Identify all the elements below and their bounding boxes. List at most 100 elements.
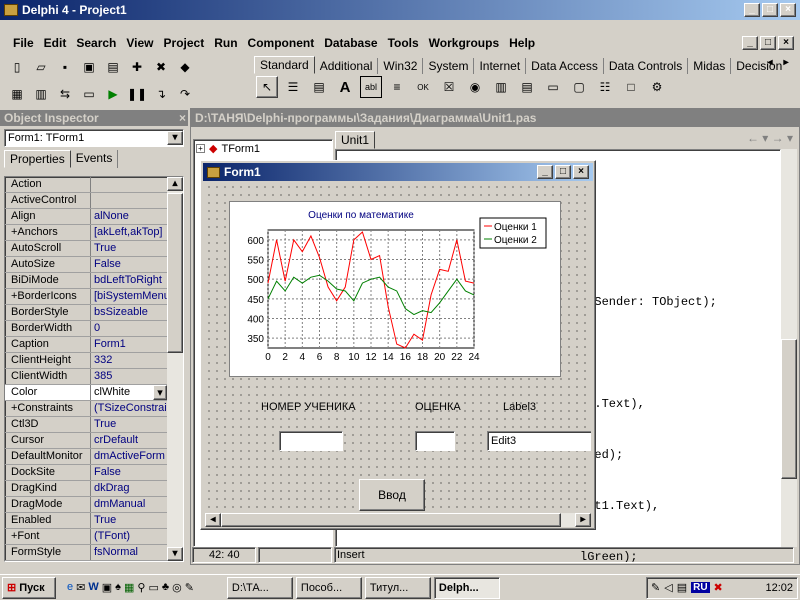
property-value[interactable]: (TSizeConstrain <box>91 401 167 416</box>
actionlist-component-icon[interactable]: ⚙ <box>646 76 668 98</box>
property-row[interactable]: DockSite False <box>5 465 167 481</box>
trace-into-icon[interactable]: ↴ <box>150 83 172 105</box>
tab-win32[interactable]: Win32 <box>378 58 424 74</box>
property-row[interactable]: BorderStyle bsSizeable <box>5 305 167 321</box>
maximize-button[interactable]: □ <box>762 3 778 17</box>
property-value[interactable]: crDefault <box>91 433 167 448</box>
hscroll-thumb[interactable] <box>221 513 561 527</box>
step-over-icon[interactable]: ↷ <box>174 83 196 105</box>
menu-edit[interactable]: Edit <box>39 36 72 50</box>
task-word-2[interactable]: Титул... <box>364 576 431 599</box>
checkbox-component-icon[interactable]: ☒ <box>438 76 460 98</box>
hscroll-left-icon[interactable]: ◂ <box>205 513 221 527</box>
menu-project[interactable]: Project <box>159 36 210 50</box>
chart-component[interactable]: Оценки по математике0 2 4 6 8 10 12 14 16 18 20 22 2… <box>229 201 561 377</box>
property-value[interactable]: 332 <box>91 353 167 368</box>
inspector-scrollbar[interactable]: ▴ ▾ <box>167 177 183 561</box>
property-value[interactable]: [akLeft,akTop] <box>91 225 167 240</box>
tab-properties[interactable]: Properties <box>4 150 71 168</box>
enter-button[interactable]: Ввод <box>359 479 425 511</box>
property-value[interactable]: 385 <box>91 369 167 384</box>
form-maximize-button[interactable]: □ <box>555 165 571 179</box>
button-component-icon[interactable]: OK <box>412 76 434 98</box>
property-row[interactable]: Color clWhite ▾ <box>5 385 167 401</box>
menu-tools[interactable]: Tools <box>383 36 424 50</box>
tab-events[interactable]: Events <box>71 150 119 168</box>
property-row[interactable]: DragKind dkDrag <box>5 481 167 497</box>
save-icon[interactable]: ▪ <box>54 56 76 78</box>
scroll-up-icon[interactable]: ▴ <box>167 177 183 191</box>
property-value[interactable]: fsNormal <box>91 545 167 560</box>
property-value[interactable]: 0 <box>91 321 167 336</box>
tab-internet[interactable]: Internet <box>474 58 527 74</box>
word-icon[interactable]: W <box>88 581 98 594</box>
help-book-icon[interactable]: ◆ <box>174 56 196 78</box>
menu-view[interactable]: View <box>121 36 158 50</box>
property-row[interactable]: +Constraints (TSizeConstrain <box>5 401 167 417</box>
minimize-button[interactable]: _ <box>744 3 760 17</box>
property-value[interactable]: Form1 <box>91 337 167 352</box>
property-value[interactable]: clWhite ▾ <box>91 385 167 400</box>
property-value[interactable]: False <box>91 465 167 480</box>
property-value[interactable]: dmActiveForm <box>91 449 167 464</box>
menu-workgroups[interactable]: Workgroups <box>424 36 504 50</box>
property-value[interactable]: alNone <box>91 209 167 224</box>
property-value[interactable]: bdLeftToRight <box>91 273 167 288</box>
property-row[interactable]: Caption Form1 <box>5 337 167 353</box>
property-row[interactable]: BiDiMode bdLeftToRight <box>5 273 167 289</box>
tab-data-controls[interactable]: Data Controls <box>604 58 689 74</box>
nav-arrows-icon[interactable]: ← ▾ → ▾ <box>747 131 793 145</box>
tree-expand-icon[interactable]: + <box>196 144 205 153</box>
edit1-field[interactable] <box>279 431 343 451</box>
property-row[interactable]: DefaultMonitor dmActiveForm <box>5 449 167 465</box>
search-icon[interactable]: ⚲ <box>137 581 145 594</box>
property-row[interactable]: +Anchors [akLeft,akTop] <box>5 225 167 241</box>
tab-midas[interactable]: Midas <box>688 58 732 74</box>
close-button[interactable]: × <box>780 3 796 17</box>
remove-file-icon[interactable]: ✖ <box>150 56 172 78</box>
property-row[interactable]: ClientWidth 385 <box>5 369 167 385</box>
menu-file[interactable]: File <box>8 36 39 50</box>
listbox-component-icon[interactable]: ▥ <box>490 76 512 98</box>
form-canvas[interactable]: Оценки по математике 0 2 4 6 8 10 12 14 16 18 20 22 2… <box>205 183 591 517</box>
property-row[interactable]: ClientHeight 332 <box>5 353 167 369</box>
chevron-down-icon[interactable]: ▾ <box>167 131 183 145</box>
property-row[interactable]: Action <box>5 177 167 193</box>
property-row[interactable]: Cursor crDefault <box>5 433 167 449</box>
task-explorer[interactable]: D:\ТА... <box>226 576 293 599</box>
property-value[interactable]: False <box>91 257 167 272</box>
popupmenu-component-icon[interactable]: ▤ <box>308 76 330 98</box>
property-value[interactable]: True <box>91 241 167 256</box>
tray-icon[interactable]: ✎ <box>651 581 660 594</box>
new-form-icon[interactable]: ▭ <box>78 83 100 105</box>
property-row[interactable]: +BorderIcons [biSystemMenu, <box>5 289 167 305</box>
ie-icon[interactable]: e <box>67 581 73 594</box>
menu-database[interactable]: Database <box>319 36 382 50</box>
property-value[interactable] <box>91 193 167 208</box>
mainmenu-component-icon[interactable]: ☰ <box>282 76 304 98</box>
chevron-down-icon[interactable]: ▾ <box>153 385 167 400</box>
run-icon[interactable]: ▶ <box>102 83 124 105</box>
editor-scroll-thumb[interactable] <box>781 339 797 479</box>
tab-additional[interactable]: Additional <box>315 58 379 74</box>
property-row[interactable]: BorderWidth 0 <box>5 321 167 337</box>
desktop-icon[interactable]: ▣ <box>102 581 112 594</box>
radiogroup-component-icon[interactable]: ☷ <box>594 76 616 98</box>
object-selector[interactable]: Form1: TForm1 ▾ <box>4 129 184 147</box>
property-row[interactable]: DragMode dmManual <box>5 497 167 513</box>
start-button[interactable]: ⊞ Пуск <box>2 576 56 599</box>
groupbox-component-icon[interactable]: ▢ <box>568 76 590 98</box>
property-value[interactable]: bsSizeable <box>91 305 167 320</box>
mdi-maximize-button[interactable]: □ <box>760 36 776 50</box>
combobox-component-icon[interactable]: ▤ <box>516 76 538 98</box>
property-row[interactable]: AutoScroll True <box>5 241 167 257</box>
palette-right-arrow-icon[interactable]: ▸ <box>778 56 794 70</box>
property-value[interactable]: (TFont) <box>91 529 167 544</box>
edit2-field[interactable] <box>415 431 455 451</box>
edit-component-icon[interactable]: abl <box>360 76 382 98</box>
media-icon[interactable]: ◎ <box>172 581 182 594</box>
tab-unit1[interactable]: Unit1 <box>335 131 376 149</box>
volume-icon[interactable]: ◁ <box>664 581 672 594</box>
inspector-close-icon[interactable]: × <box>179 111 186 125</box>
tree-item[interactable]: + ◆ TForm1 <box>194 140 332 157</box>
